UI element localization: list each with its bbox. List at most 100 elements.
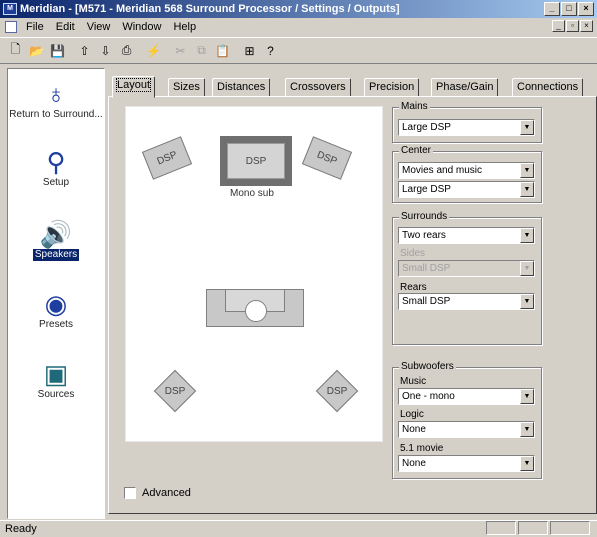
sources-icon: ▣	[43, 359, 69, 389]
cut-icon[interactable]: ✂	[171, 41, 190, 60]
close-button[interactable]: ×	[578, 2, 594, 16]
center-caption: Mono sub	[230, 188, 274, 199]
surrounds-select[interactable]: Two rears ▼	[398, 227, 535, 244]
nav-label-sources: Sources	[37, 389, 75, 400]
menu-window[interactable]: Window	[117, 21, 168, 33]
presets-icon: ◉	[44, 289, 68, 319]
speaker-label: DSP	[326, 386, 348, 397]
upload-icon[interactable]: ⇧	[75, 41, 94, 60]
minimize-button[interactable]: _	[544, 2, 560, 16]
chevron-down-icon[interactable]: ▼	[520, 182, 534, 197]
mains-group: Mains Large DSP ▼	[392, 101, 542, 143]
room-layout: DSP DSP Mono sub DSP DSP DSP	[125, 106, 383, 442]
help-icon[interactable]: ⊞	[240, 41, 259, 60]
tab-crossovers[interactable]: Crossovers	[285, 78, 351, 97]
nav-item-speakers[interactable]: 🔊 Speakers	[8, 219, 104, 261]
maximize-button[interactable]: □	[561, 2, 577, 16]
paste-icon[interactable]: 📋	[213, 41, 232, 60]
title-bar[interactable]: M Meridian - [M571 - Meridian 568 Surrou…	[0, 0, 597, 18]
center-group: Center Movies and music ▼ Large DSP ▼	[392, 145, 542, 203]
menu-edit[interactable]: Edit	[51, 21, 82, 33]
chevron-down-icon[interactable]: ▼	[520, 456, 534, 471]
nav-item-presets[interactable]: ◉ Presets	[8, 289, 104, 331]
menu-view[interactable]: View	[82, 21, 118, 33]
nav-label-setup: Setup	[42, 177, 70, 188]
sides-label: Sides	[400, 248, 426, 259]
status-panel-1	[486, 521, 516, 535]
nav-item-sources[interactable]: ▣ Sources	[8, 359, 104, 401]
chevron-down-icon[interactable]: ▼	[520, 163, 534, 178]
speaker-label: DSP	[155, 149, 179, 167]
sides-select[interactable]: Small DSP ▼	[398, 260, 535, 277]
status-panel-3	[550, 521, 590, 535]
copy-icon[interactable]: ⧉	[192, 41, 211, 60]
center-title: Center	[399, 145, 434, 157]
rears-select[interactable]: Small DSP ▼	[398, 293, 535, 310]
print-icon[interactable]: ⎙	[117, 41, 136, 60]
whats-this-icon[interactable]: ?	[261, 41, 280, 60]
new-icon[interactable]: 🗋	[6, 41, 25, 60]
music-label: Music	[400, 376, 427, 387]
sides-value: Small DSP	[402, 263, 451, 274]
status-text: Ready	[5, 523, 37, 535]
logic-sub-select[interactable]: None ▼	[398, 421, 535, 438]
rears-label: Rears	[400, 282, 427, 293]
tab-phase-gain[interactable]: Phase/Gain	[431, 78, 499, 97]
child-close-button[interactable]: ×	[580, 20, 593, 32]
open-icon[interactable]: 📂	[27, 41, 46, 60]
tab-distances[interactable]: Distances	[212, 78, 271, 97]
advanced-label[interactable]: Advanced	[142, 487, 191, 499]
chevron-down-icon[interactable]: ▼	[520, 389, 534, 404]
speaker-label: DSP	[315, 149, 339, 167]
nav-item-setup[interactable]: ⚲ Setup	[8, 147, 104, 189]
nav-label-speakers: Speakers	[32, 249, 80, 261]
magnifier-icon: ⚲	[46, 147, 66, 177]
tab-precision[interactable]: Precision	[364, 78, 420, 97]
document-icon[interactable]	[5, 21, 17, 33]
speaker-label: DSP	[164, 386, 186, 397]
subwoofers-group: Subwoofers Music One - mono ▼ Logic None ▼…	[392, 361, 542, 479]
nav-label-presets: Presets	[39, 319, 73, 330]
menu-file[interactable]: File	[21, 21, 51, 33]
chevron-down-icon[interactable]: ▼	[520, 294, 534, 309]
chevron-down-icon[interactable]: ▼	[520, 422, 534, 437]
tab-connections[interactable]: Connections	[512, 78, 584, 97]
connect-icon[interactable]: ⚡	[144, 41, 163, 60]
front-left-speaker[interactable]: DSP	[141, 136, 193, 180]
center-speaker-select[interactable]: Large DSP ▼	[398, 181, 535, 198]
rears-value: Small DSP	[402, 296, 451, 307]
tab-layout[interactable]: Layout	[112, 76, 156, 98]
chevron-down-icon[interactable]: ▼	[520, 228, 534, 243]
advanced-checkbox[interactable]	[124, 487, 136, 499]
movie-sub-select[interactable]: None ▼	[398, 455, 535, 472]
chevron-down-icon[interactable]: ▼	[520, 261, 534, 276]
center-mode-select[interactable]: Movies and music ▼	[398, 162, 535, 179]
menu-help[interactable]: Help	[168, 21, 203, 33]
surrounds-title: Surrounds	[399, 211, 450, 223]
chevron-down-icon[interactable]: ▼	[520, 120, 534, 135]
surrounds-value: Two rears	[402, 230, 446, 241]
mains-title: Mains	[399, 101, 430, 113]
listening-position	[206, 289, 304, 327]
tab-layout-label: Layout	[115, 78, 152, 92]
front-right-speaker[interactable]: DSP	[301, 136, 353, 180]
speaker-icon: 🔊	[39, 219, 73, 249]
mains-value: Large DSP	[402, 122, 451, 133]
music-sub-select[interactable]: One - mono ▼	[398, 388, 535, 405]
save-icon[interactable]: 💾	[48, 41, 67, 60]
toolbar: 🗋 📂 💾 ⇧ ⇩ ⎙ ⚡ ✂ ⧉ 📋 ⊞ ?	[0, 37, 597, 64]
center-speaker[interactable]: DSP	[220, 136, 292, 186]
nav-item-return[interactable]: ♁ Return to Surround...	[8, 79, 104, 121]
nav-label-return: Return to Surround...	[9, 109, 103, 120]
tab-sizes[interactable]: Sizes	[168, 78, 205, 97]
menu-bar: File Edit View Window Help	[0, 18, 597, 36]
download-icon[interactable]: ⇩	[96, 41, 115, 60]
music-sub-value: One - mono	[402, 391, 455, 402]
child-minimize-button[interactable]: _	[552, 20, 565, 32]
window-title: Meridian - [M571 - Meridian 568 Surround…	[20, 3, 400, 15]
mains-select[interactable]: Large DSP ▼	[398, 119, 535, 136]
child-restore-button[interactable]: ▫	[566, 20, 579, 32]
movie-label: 5.1 movie	[400, 443, 444, 454]
app-icon: M	[3, 3, 17, 15]
surrounds-group: Surrounds Two rears ▼ Sides Small DSP ▼ Re…	[392, 211, 542, 345]
